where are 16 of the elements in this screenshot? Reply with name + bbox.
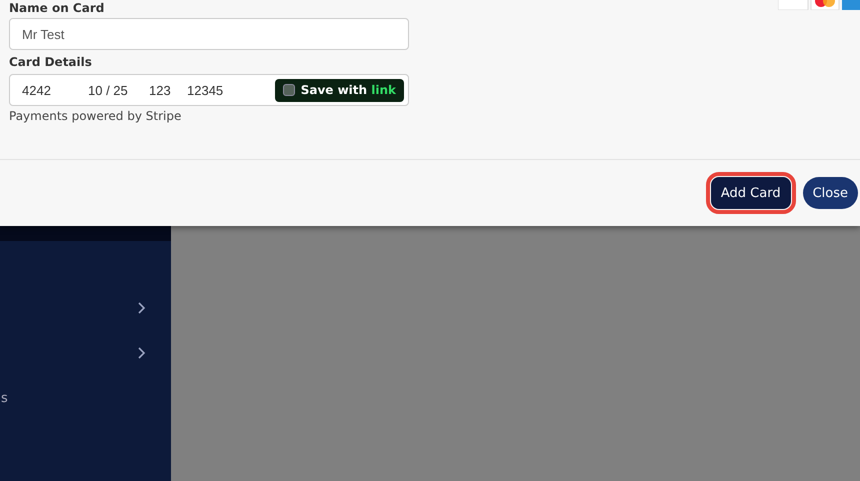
card-zip: 12345 xyxy=(187,82,224,98)
checkbox[interactable] xyxy=(282,84,295,96)
field-label: Name on Card xyxy=(9,1,106,16)
powered-by-text: Payments powered by Stripe xyxy=(9,109,182,123)
card-expiry: 10 / 25 xyxy=(88,82,129,98)
field-label: Card Details xyxy=(9,55,93,70)
card-cvc: 123 xyxy=(149,82,172,98)
sidebar-text: s xyxy=(1,391,8,406)
save-with-link-button[interactable]: Save with link xyxy=(274,78,404,102)
card-details-field[interactable]: 4242 10 / 25 123 12345 Save with link xyxy=(9,74,409,106)
chevron-right-icon[interactable] xyxy=(137,346,147,360)
close-button[interactable]: Close xyxy=(802,177,858,209)
add-card-button[interactable]: Add Card xyxy=(710,177,791,209)
chevron-right-icon[interactable] xyxy=(137,301,147,315)
name-field[interactable]: Mr Test xyxy=(9,18,409,50)
card-number: 4242 xyxy=(22,82,52,98)
